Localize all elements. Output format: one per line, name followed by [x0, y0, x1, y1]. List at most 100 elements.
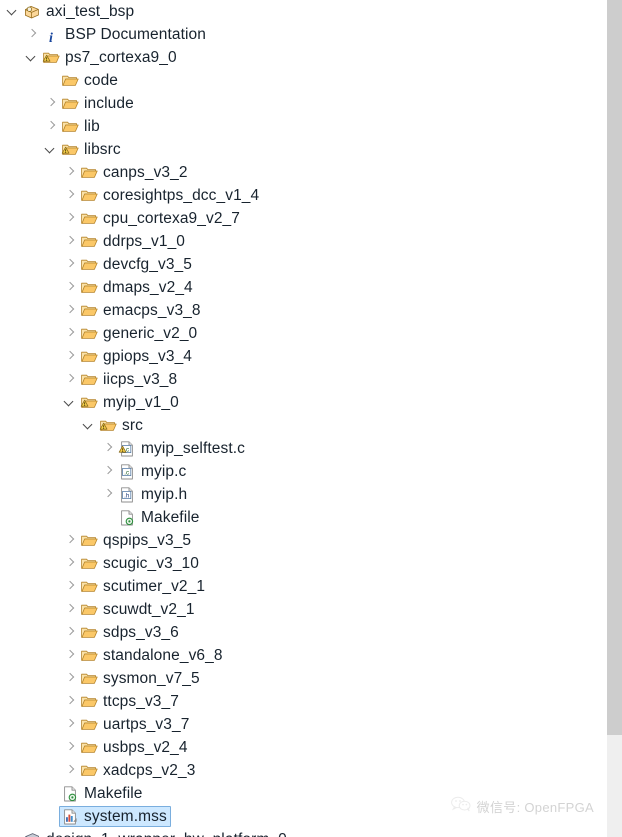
scrollbar-thumb[interactable] [607, 0, 622, 735]
tree-row-content[interactable]: dmaps_v2_4 [79, 277, 194, 298]
tree-row-content[interactable]: uartps_v3_7 [79, 714, 190, 735]
chevron-right-icon[interactable] [61, 644, 79, 667]
tree-row-content[interactable]: .cmyip.c [117, 461, 187, 482]
chevron-right-icon[interactable] [42, 92, 60, 115]
tree-row[interactable]: .cmyip.c [0, 460, 597, 483]
tree-row[interactable]: emacps_v3_8 [0, 299, 597, 322]
chevron-right-icon[interactable] [61, 276, 79, 299]
tree-row[interactable]: axi_test_bsp [0, 0, 597, 23]
tree-row-content[interactable]: sysmon_v7_5 [79, 668, 201, 689]
chevron-right-icon[interactable] [61, 575, 79, 598]
tree-row[interactable]: Makefile [0, 506, 597, 529]
tree-row[interactable]: .hmyip.h [0, 483, 597, 506]
tree-row-content[interactable]: emacps_v3_8 [79, 300, 202, 321]
tree-row-content[interactable]: cpu_cortexa9_v2_7 [79, 208, 241, 229]
tree-row-content[interactable]: system.mss [59, 806, 171, 827]
tree-row-content[interactable]: ps7_cortexa9_0 [41, 47, 178, 68]
tree-row-content[interactable]: .hmyip.h [117, 484, 188, 505]
chevron-right-icon[interactable] [61, 621, 79, 644]
chevron-down-icon[interactable] [42, 138, 60, 161]
tree-row-content[interactable]: devcfg_v3_5 [79, 254, 193, 275]
chevron-down-icon[interactable] [23, 46, 41, 69]
tree-row[interactable]: standalone_v6_8 [0, 644, 597, 667]
tree-row[interactable]: include [0, 92, 597, 115]
tree-row-content[interactable]: standalone_v6_8 [79, 645, 224, 666]
tree-row-content[interactable]: xadcps_v2_3 [79, 760, 196, 781]
chevron-right-icon[interactable] [42, 115, 60, 138]
tree-row[interactable]: scuwdt_v2_1 [0, 598, 597, 621]
chevron-right-icon[interactable] [61, 345, 79, 368]
tree-row-content[interactable]: scuwdt_v2_1 [79, 599, 196, 620]
tree-row-content[interactable]: Makefile [60, 783, 144, 804]
tree-row[interactable]: libsrc [0, 138, 597, 161]
tree-row-content[interactable]: axi_test_bsp [22, 1, 135, 22]
tree-row-content[interactable]: ddrps_v1_0 [79, 231, 186, 252]
chevron-right-icon[interactable] [61, 552, 79, 575]
chevron-right-icon[interactable] [99, 437, 117, 460]
tree-row[interactable]: cpu_cortexa9_v2_7 [0, 207, 597, 230]
chevron-down-icon[interactable] [61, 391, 79, 414]
chevron-down-icon[interactable] [4, 828, 22, 837]
tree-row[interactable]: dmaps_v2_4 [0, 276, 597, 299]
chevron-right-icon[interactable] [61, 299, 79, 322]
tree-row[interactable]: qspips_v3_5 [0, 529, 597, 552]
chevron-right-icon[interactable] [61, 184, 79, 207]
chevron-down-icon[interactable] [4, 0, 22, 23]
chevron-right-icon[interactable] [61, 253, 79, 276]
tree-row-content[interactable]: src [98, 415, 144, 436]
chevron-right-icon[interactable] [61, 207, 79, 230]
tree-row[interactable]: code [0, 69, 597, 92]
tree-row[interactable]: system.mss [0, 805, 597, 828]
chevron-right-icon[interactable] [99, 460, 117, 483]
chevron-right-icon[interactable] [61, 368, 79, 391]
tree-row[interactable]: iBSP Documentation [0, 23, 597, 46]
tree-row-content[interactable]: .cmyip_selftest.c [117, 438, 246, 459]
tree-row[interactable]: gpiops_v3_4 [0, 345, 597, 368]
tree-row[interactable]: usbps_v2_4 [0, 736, 597, 759]
tree-row[interactable]: Makefile [0, 782, 597, 805]
chevron-right-icon[interactable] [61, 713, 79, 736]
tree-row[interactable]: xadcps_v2_3 [0, 759, 597, 782]
tree-row-content[interactable]: design_1_wrapper_hw_platform_0 [22, 829, 288, 837]
tree-row[interactable]: lib [0, 115, 597, 138]
chevron-right-icon[interactable] [99, 483, 117, 506]
chevron-right-icon[interactable] [61, 736, 79, 759]
tree-row-content[interactable]: libsrc [60, 139, 122, 160]
tree-row[interactable]: coresightps_dcc_v1_4 [0, 184, 597, 207]
chevron-down-icon[interactable] [80, 414, 98, 437]
tree-row-content[interactable]: lib [60, 116, 101, 137]
tree-row-content[interactable]: scutimer_v2_1 [79, 576, 206, 597]
tree-row-content[interactable]: usbps_v2_4 [79, 737, 189, 758]
tree-row-content[interactable]: sdps_v3_6 [79, 622, 180, 643]
tree-row-content[interactable]: canps_v3_2 [79, 162, 189, 183]
tree-row-content[interactable]: gpiops_v3_4 [79, 346, 193, 367]
tree-row-content[interactable]: coresightps_dcc_v1_4 [79, 185, 260, 206]
tree-row[interactable]: iicps_v3_8 [0, 368, 597, 391]
tree-row[interactable]: sysmon_v7_5 [0, 667, 597, 690]
chevron-right-icon[interactable] [61, 161, 79, 184]
tree-row-content[interactable]: myip_v1_0 [79, 392, 180, 413]
tree-row[interactable]: myip_v1_0 [0, 391, 597, 414]
tree-row-content[interactable]: code [60, 70, 119, 91]
tree-row-content[interactable]: scugic_v3_10 [79, 553, 200, 574]
chevron-right-icon[interactable] [61, 759, 79, 782]
tree-row[interactable]: canps_v3_2 [0, 161, 597, 184]
tree-row[interactable]: .cmyip_selftest.c [0, 437, 597, 460]
vertical-scrollbar[interactable] [607, 0, 622, 837]
chevron-right-icon[interactable] [23, 23, 41, 46]
tree-row-content[interactable]: iBSP Documentation [41, 24, 207, 45]
tree-row[interactable]: sdps_v3_6 [0, 621, 597, 644]
tree-row-content[interactable]: include [60, 93, 135, 114]
chevron-right-icon[interactable] [61, 529, 79, 552]
chevron-right-icon[interactable] [61, 690, 79, 713]
tree-row[interactable]: ddrps_v1_0 [0, 230, 597, 253]
chevron-right-icon[interactable] [61, 598, 79, 621]
project-tree[interactable]: axi_test_bspiBSP Documentationps7_cortex… [0, 0, 597, 837]
tree-row[interactable]: ps7_cortexa9_0 [0, 46, 597, 69]
tree-row[interactable]: src [0, 414, 597, 437]
chevron-right-icon[interactable] [61, 322, 79, 345]
tree-row-content[interactable]: qspips_v3_5 [79, 530, 192, 551]
tree-row-content[interactable]: iicps_v3_8 [79, 369, 178, 390]
tree-row[interactable]: scutimer_v2_1 [0, 575, 597, 598]
chevron-right-icon[interactable] [61, 667, 79, 690]
